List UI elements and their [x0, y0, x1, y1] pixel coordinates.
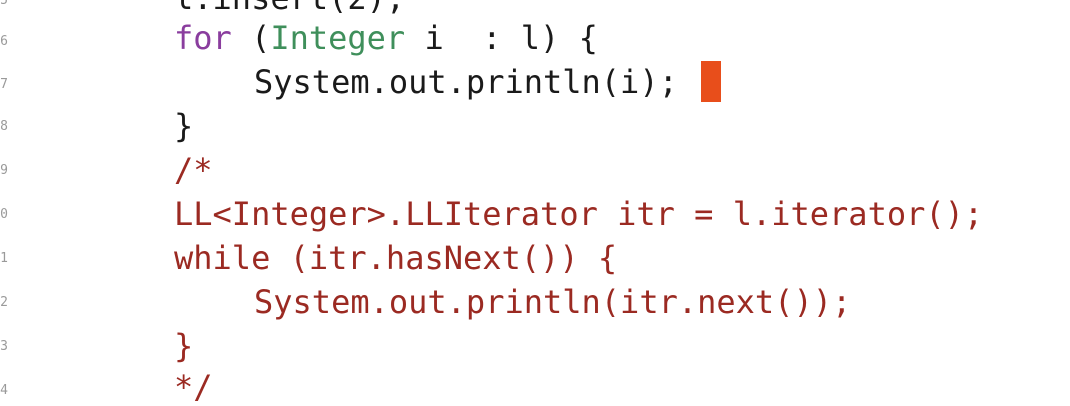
keyword-for: for	[174, 19, 232, 57]
comment-line-println-next: System.out.println(itr.next());	[254, 283, 852, 321]
comment-line-open: /*	[174, 151, 213, 189]
code-line-for-loop: for (Integer i : l) {	[174, 16, 598, 60]
paren-token: (	[231, 19, 271, 57]
type-integer: Integer	[270, 19, 406, 57]
comment-line-while: while (itr.hasNext()) {	[174, 239, 618, 277]
code-line-close-brace: }	[174, 107, 194, 145]
text-cursor	[701, 61, 721, 102]
loop-variable: i : l) {	[405, 19, 598, 57]
comment-line-close-brace: }	[174, 327, 194, 365]
code-line-println-i: System.out.println(i);	[254, 63, 678, 101]
comment-line-close: */	[174, 368, 213, 406]
code-editor[interactable]: 5 6 7 8 9 0 1 2 3 4 l.insert(2); for (In…	[0, 0, 1070, 406]
comment-line-iterator: LL<Integer>.LLIterator itr = l.iterator(…	[174, 195, 984, 233]
code-area[interactable]: l.insert(2); for (Integer i : l) { Syste…	[0, 0, 1070, 406]
